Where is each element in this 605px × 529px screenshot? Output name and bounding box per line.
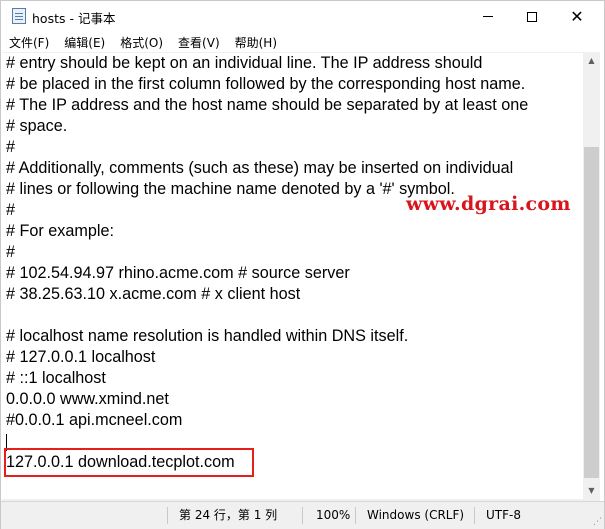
zoom-level: 100% (316, 508, 351, 522)
menu-format[interactable]: 格式(O) (112, 34, 170, 51)
editor-line: # (6, 138, 16, 156)
editor-line: # For example: (6, 222, 114, 240)
menu-help[interactable]: 帮助(H) (227, 34, 284, 51)
cursor-position: 第 24 行，第 1 列 (179, 508, 278, 522)
menu-bar: 文件(F) 编辑(E) 格式(O) 查看(V) 帮助(H) (1, 32, 604, 52)
status-separator (167, 507, 168, 524)
status-separator (474, 507, 475, 524)
editor-line: # The IP address and the host name shoul… (6, 96, 529, 114)
highlight-annotation-box (4, 448, 254, 477)
close-icon: ✕ (570, 7, 584, 26)
editor-line: # (6, 201, 16, 219)
maximize-button[interactable] (509, 1, 555, 32)
watermark: www.dgrai.com (406, 193, 571, 215)
status-bar: 第 24 行，第 1 列 100% Windows (CRLF) UTF-8 ⋰ (1, 501, 604, 529)
editor-line: # 127.0.0.1 localhost (6, 348, 156, 366)
minimize-icon (483, 16, 493, 17)
editor-line: # localhost name resolution is handled w… (6, 327, 409, 345)
text-editor-area[interactable]: # entry should be kept on an individual … (2, 52, 583, 500)
menu-edit[interactable]: 编辑(E) (56, 34, 112, 51)
notepad-window: hosts - 记事本 ✕ 文件(F) 编辑(E) 格式(O) 查看(V) 帮助… (0, 0, 605, 529)
editor-line: #0.0.0.1 api.mcneel.com (6, 411, 183, 429)
editor-line: # be placed in the first column followed… (6, 75, 526, 93)
menu-view[interactable]: 查看(V) (170, 34, 227, 51)
editor-line: # ::1 localhost (6, 369, 106, 387)
scroll-up-arrow-icon[interactable]: ▲ (583, 52, 600, 69)
encoding: UTF-8 (486, 508, 521, 522)
editor-line: # entry should be kept on an individual … (6, 54, 483, 72)
editor-line: # 102.54.94.97 rhino.acme.com # source s… (6, 264, 350, 282)
status-separator (302, 507, 303, 524)
title-bar[interactable]: hosts - 记事本 ✕ (1, 1, 604, 32)
editor-line: # lines or following the machine name de… (6, 180, 455, 198)
window-title: hosts - 记事本 (32, 11, 116, 26)
vertical-scrollbar[interactable]: ▲ ▼ (583, 52, 600, 499)
editor-line: 0.0.0.0 www.xmind.net (6, 390, 169, 408)
resize-grip-icon[interactable]: ⋰ (592, 517, 602, 527)
editor-line: # (6, 243, 16, 261)
line-ending: Windows (CRLF) (367, 508, 465, 522)
editor-line: # 38.25.63.10 x.acme.com # x client host (6, 285, 301, 303)
scrollbar-thumb[interactable] (584, 147, 599, 478)
close-button[interactable]: ✕ (554, 1, 600, 32)
maximize-icon (527, 11, 537, 22)
menu-file[interactable]: 文件(F) (1, 34, 56, 51)
scroll-down-arrow-icon[interactable]: ▼ (583, 482, 600, 499)
editor-line: # Additionally, comments (such as these)… (6, 159, 514, 177)
minimize-button[interactable] (465, 1, 511, 32)
status-separator (355, 507, 356, 524)
editor-line: # space. (6, 117, 68, 135)
notepad-app-icon[interactable] (12, 8, 26, 24)
